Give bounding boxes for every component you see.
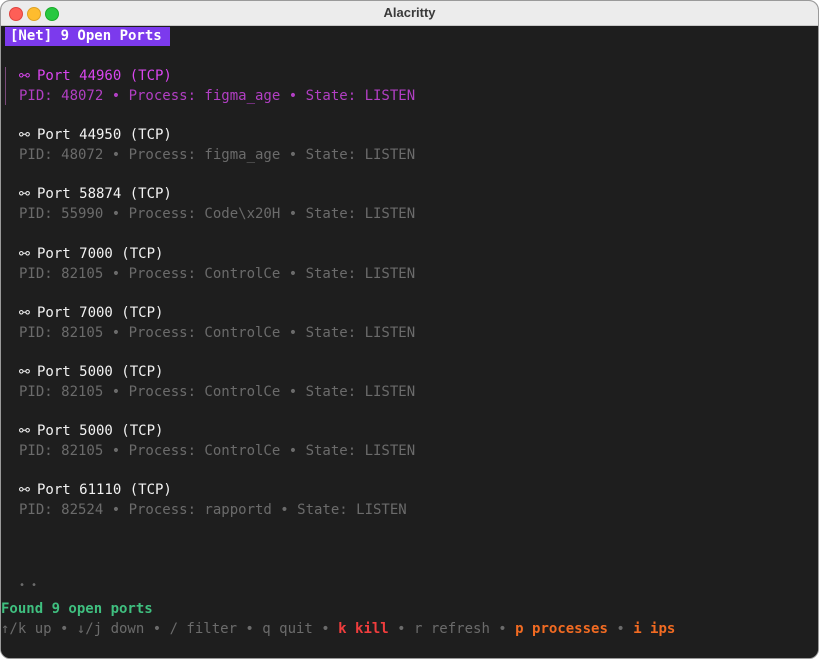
link-icon: ⚯: [19, 306, 30, 321]
link-icon: ⚯: [19, 365, 30, 380]
link-icon: ⚯: [19, 424, 30, 439]
terminal-window: Alacritty [Net] 9 Open Ports ⚯ Port 44960…: [0, 0, 819, 659]
port-list-item[interactable]: ⚯ Port 61110 (TCP) PID: 82524 • Process: r…: [1, 480, 701, 524]
port-list-item[interactable]: ⚯ Port 44960 (TCP) PID: 48072 • Process: f…: [1, 66, 701, 110]
help-separator: • r refresh •: [388, 621, 516, 637]
help-ips-key: i ips: [633, 621, 676, 637]
port-details: PID: 82105 • Process: ControlCe • State:…: [19, 384, 416, 400]
port-title: Port 44960 (TCP): [37, 68, 172, 84]
help-separator: •: [607, 621, 634, 637]
selection-indicator: [5, 67, 6, 105]
port-title-line: ⚯ Port 58874 (TCP): [19, 184, 172, 205]
port-title: Port 58874 (TCP): [37, 186, 172, 202]
link-icon: ⚯: [19, 128, 30, 143]
title-bar[interactable]: Alacritty: [1, 1, 818, 26]
port-title: Port 44950 (TCP): [37, 127, 172, 143]
port-details: PID: 48072 • Process: figma_age • State:…: [19, 147, 416, 163]
help-kill-key: k kill: [338, 621, 389, 637]
window-title: Alacritty: [383, 5, 436, 20]
port-details: PID: 82524 • Process: rapportd • State: …: [19, 502, 407, 518]
port-details: PID: 55990 • Process: Code\x20H • State:…: [19, 206, 416, 222]
port-title: Port 61110 (TCP): [37, 482, 172, 498]
terminal-content[interactable]: [Net] 9 Open Ports ⚯ Port 44960 (TCP) PID:…: [1, 26, 818, 658]
port-title-line: ⚯ Port 61110 (TCP): [19, 480, 172, 501]
port-title: Port 7000 (TCP): [37, 305, 164, 321]
port-list-item[interactable]: ⚯ Port 44950 (TCP) PID: 48072 • Process: f…: [1, 125, 701, 169]
port-list-item[interactable]: ⚯ Port 58874 (TCP) PID: 55990 • Process: C…: [1, 184, 701, 228]
port-title: Port 5000 (TCP): [37, 364, 164, 380]
port-list-item[interactable]: ⚯ Port 7000 (TCP) PID: 82105 • Process: Co…: [1, 303, 701, 347]
port-title-line: ⚯ Port 7000 (TCP): [19, 244, 163, 265]
port-list-item[interactable]: ⚯ Port 5000 (TCP) PID: 82105 • Process: Co…: [1, 362, 701, 406]
help-bar: ↑/k up • ↓/j down • / filter • q quit • …: [1, 619, 675, 639]
port-list-item[interactable]: ⚯ Port 7000 (TCP) PID: 82105 • Process: Co…: [1, 244, 701, 288]
port-details: PID: 48072 • Process: figma_age • State:…: [19, 88, 416, 104]
port-title-line: ⚯ Port 44950 (TCP): [19, 125, 172, 146]
port-details: PID: 82105 • Process: ControlCe • State:…: [19, 266, 416, 282]
link-icon: ⚯: [19, 69, 30, 84]
status-message: Found 9 open ports: [1, 601, 153, 617]
pagination-dots: • •: [19, 580, 38, 591]
port-title-line: ⚯ Port 5000 (TCP): [19, 362, 163, 383]
link-icon: ⚯: [19, 247, 30, 262]
port-title-line: ⚯ Port 7000 (TCP): [19, 303, 163, 324]
help-processes-key: p processes: [515, 621, 608, 637]
link-icon: ⚯: [19, 187, 30, 202]
port-title-line: ⚯ Port 44960 (TCP): [19, 66, 172, 87]
port-title: Port 5000 (TCP): [37, 423, 164, 439]
link-icon: ⚯: [19, 483, 30, 498]
port-details: PID: 82105 • Process: ControlCe • State:…: [19, 443, 416, 459]
help-nav-keys: ↑/k up • ↓/j down • / filter • q quit •: [1, 621, 339, 637]
port-title-line: ⚯ Port 5000 (TCP): [19, 421, 163, 442]
ports-header-badge: [Net] 9 Open Ports: [5, 27, 170, 46]
port-details: PID: 82105 • Process: ControlCe • State:…: [19, 325, 416, 341]
port-title: Port 7000 (TCP): [37, 246, 164, 262]
port-list-item[interactable]: ⚯ Port 5000 (TCP) PID: 82105 • Process: Co…: [1, 421, 701, 465]
